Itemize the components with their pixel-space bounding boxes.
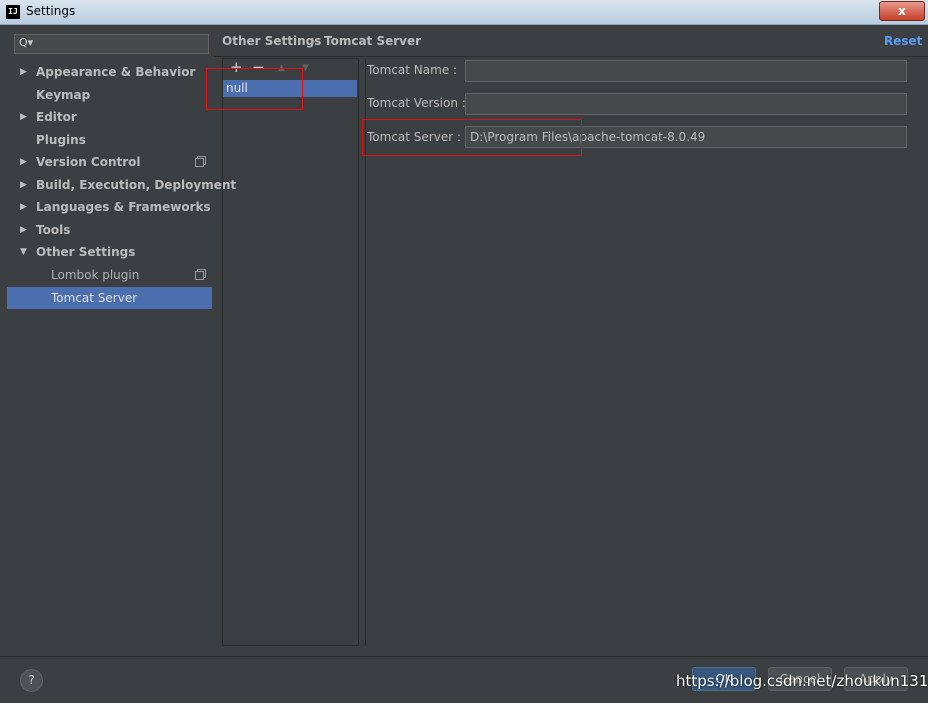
- watermark: https://blog.csdn.net/zhoukun1314: [676, 672, 928, 690]
- breadcrumb-tomcat-server: Tomcat Server: [324, 34, 422, 48]
- breadcrumb-other-settings[interactable]: Other Settings: [222, 34, 321, 48]
- expand-arrow-icon[interactable]: ▶: [20, 106, 30, 128]
- tomcat-version-label: Tomcat Version :: [367, 96, 466, 110]
- window-title: Settings: [26, 4, 76, 18]
- expand-arrow-icon[interactable]: ▶: [20, 196, 30, 218]
- breadcrumb-separator: ›: [311, 34, 316, 48]
- search-icon[interactable]: Q▾: [19, 36, 33, 49]
- expand-arrow-icon[interactable]: ▶: [20, 61, 30, 83]
- tree-item-label: Lombok plugin: [51, 268, 140, 282]
- tree-item-label: Editor: [36, 110, 77, 124]
- tomcat-version-field[interactable]: [465, 93, 907, 115]
- tree-item-build-execution-deployment[interactable]: ▶ Build, Execution, Deployment: [5, 174, 236, 196]
- tree-item-tomcat-server[interactable]: Tomcat Server: [7, 287, 212, 309]
- help-button[interactable]: ?: [20, 669, 43, 692]
- reset-link[interactable]: Reset: [884, 34, 922, 48]
- settings-search-box[interactable]: Q▾: [14, 34, 209, 54]
- move-down-icon[interactable]: ▼: [302, 63, 309, 73]
- tree-item-label: Languages & Frameworks: [36, 200, 211, 214]
- tree-item-lombok-plugin[interactable]: Lombok plugin: [5, 264, 214, 286]
- tree-item-label: Build, Execution, Deployment: [36, 178, 237, 192]
- tree-item-label: Version Control: [36, 155, 141, 169]
- tree-item-label: Tomcat Server: [51, 291, 138, 305]
- tree-item-plugins[interactable]: Plugins: [5, 129, 214, 151]
- tree-item-label: Keymap: [36, 88, 91, 102]
- tomcat-server-list: + − ▲ ▼ null: [222, 58, 359, 646]
- intellij-app-icon: IJ: [6, 5, 20, 19]
- tree-item-other-settings[interactable]: ▼ Other Settings: [5, 241, 214, 263]
- tree-item-label: Appearance & Behavior: [36, 65, 196, 79]
- tomcat-name-label: Tomcat Name :: [367, 63, 458, 77]
- content-header: Other Settings › Tomcat Server Reset: [214, 26, 928, 57]
- tree-item-label: Other Settings: [36, 245, 136, 259]
- expand-arrow-icon[interactable]: ▶: [20, 174, 30, 196]
- tree-item-languages-frameworks[interactable]: ▶ Languages & Frameworks: [5, 196, 214, 218]
- tree-item-keymap[interactable]: Keymap: [5, 84, 214, 106]
- settings-sidebar: Q▾ ▶ Appearance & Behavior Keymap ▶ Edit…: [5, 26, 236, 656]
- highlight-annotation: [206, 68, 303, 110]
- project-settings-icon: [195, 271, 204, 280]
- tree-item-editor[interactable]: ▶ Editor: [5, 106, 214, 128]
- tomcat-name-field[interactable]: [465, 60, 907, 82]
- tree-item-version-control[interactable]: ▶ Version Control: [5, 151, 214, 173]
- tree-item-tools[interactable]: ▶ Tools: [5, 219, 214, 241]
- title-bar: IJ Settings x: [0, 0, 928, 25]
- highlight-annotation: [362, 119, 582, 156]
- settings-search-input[interactable]: [37, 36, 209, 54]
- expand-arrow-icon[interactable]: ▶: [20, 219, 30, 241]
- tree-item-label: Plugins: [36, 133, 86, 147]
- expand-arrow-icon[interactable]: ▶: [20, 151, 30, 173]
- collapse-arrow-icon[interactable]: ▼: [20, 241, 30, 263]
- tree-item-label: Tools: [36, 223, 71, 237]
- tree-item-appearance-behavior[interactable]: ▶ Appearance & Behavior: [5, 61, 214, 83]
- project-settings-icon: [195, 158, 204, 167]
- window-close-button[interactable]: x: [879, 1, 925, 21]
